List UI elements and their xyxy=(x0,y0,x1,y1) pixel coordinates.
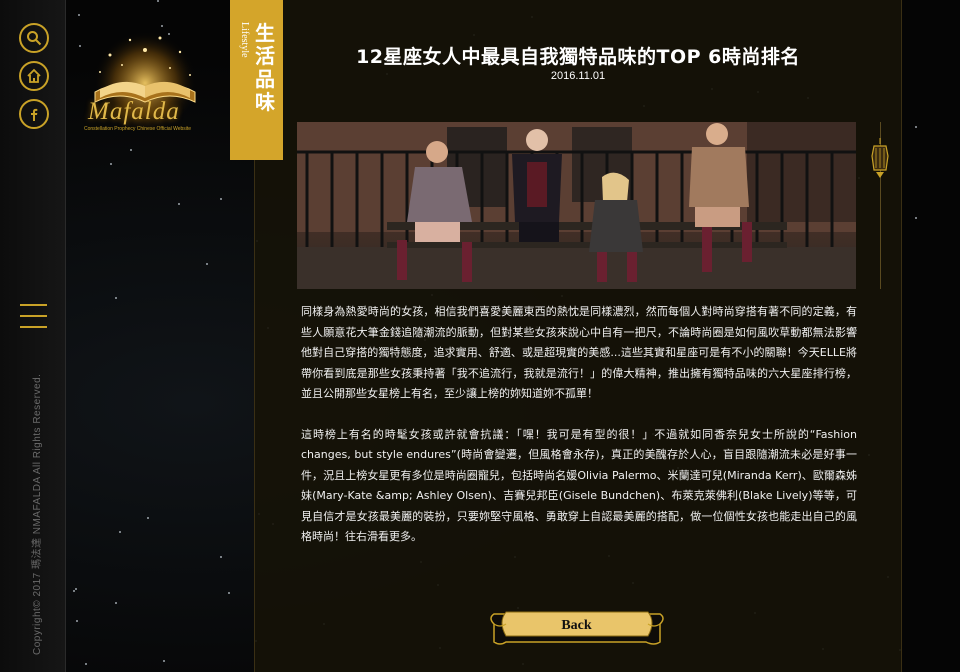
article-paragraph: 這時榜上有名的時髦女孩或許就會抗議：「嘿！我可是有型的很！」不過就如同香奈兒女士… xyxy=(301,427,857,544)
left-rail: Copyright© 2017 瑪法達 NMAFALDA All Rights … xyxy=(0,0,66,672)
star-dot xyxy=(75,588,77,590)
star-dot xyxy=(915,217,917,219)
hamburger-icon-bar xyxy=(20,315,47,317)
search-icon xyxy=(27,31,42,46)
article-date: 2016.11.01 xyxy=(550,70,606,82)
article-body: 同樣身為熱愛時尚的女孩，相信我們喜愛美麗東西的熱忱是同樣濃烈，然而每個人對時尚穿… xyxy=(301,302,857,568)
star-dot xyxy=(85,663,87,665)
home-icon xyxy=(27,68,41,83)
search-button[interactable] xyxy=(19,23,49,53)
star-dot xyxy=(76,620,78,622)
star-dot xyxy=(178,203,180,205)
star-dot xyxy=(119,531,121,533)
lantern-icon xyxy=(871,138,889,178)
article-paragraph: 同樣身為熱愛時尚的女孩，相信我們喜愛美麗東西的熱忱是同樣濃烈，然而每個人對時尚穿… xyxy=(301,305,857,400)
back-button[interactable]: Back xyxy=(486,608,667,648)
home-button[interactable] xyxy=(19,61,49,91)
article-title: 12星座女人中最具自我獨特品味的TOP 6時尚排名 xyxy=(356,46,800,68)
star-dot xyxy=(915,126,917,128)
star-dot xyxy=(130,149,132,151)
star-dot xyxy=(73,590,75,592)
star-dot xyxy=(147,517,149,519)
article-hero-image xyxy=(297,122,856,289)
menu-button[interactable] xyxy=(20,302,47,330)
category-label-zh: 生活品味 xyxy=(255,21,275,114)
category-label-en: Lifestyle xyxy=(239,22,250,58)
star-dot xyxy=(163,660,165,662)
hamburger-icon xyxy=(20,304,47,306)
facebook-icon xyxy=(31,108,38,121)
star-dot xyxy=(115,602,117,604)
star-dot xyxy=(78,14,80,16)
logo-name: Mafalda xyxy=(88,98,180,125)
facebook-button[interactable] xyxy=(19,99,49,129)
logo-subtitle: Constellation Prophecy Chinese Official … xyxy=(84,126,192,132)
star-dot xyxy=(115,297,117,299)
star-dot xyxy=(157,0,159,2)
star-dot xyxy=(220,556,222,558)
hamburger-icon-bar xyxy=(20,326,47,328)
star-dot xyxy=(220,198,222,200)
star-dot xyxy=(206,263,208,265)
star-dot xyxy=(110,163,112,165)
fashion-photo-illustration xyxy=(297,122,856,289)
back-button-label: Back xyxy=(561,618,592,633)
copyright-text: Copyright© 2017 瑪法達 NMAFALDA All Rights … xyxy=(32,373,43,655)
star-dot xyxy=(228,592,230,594)
